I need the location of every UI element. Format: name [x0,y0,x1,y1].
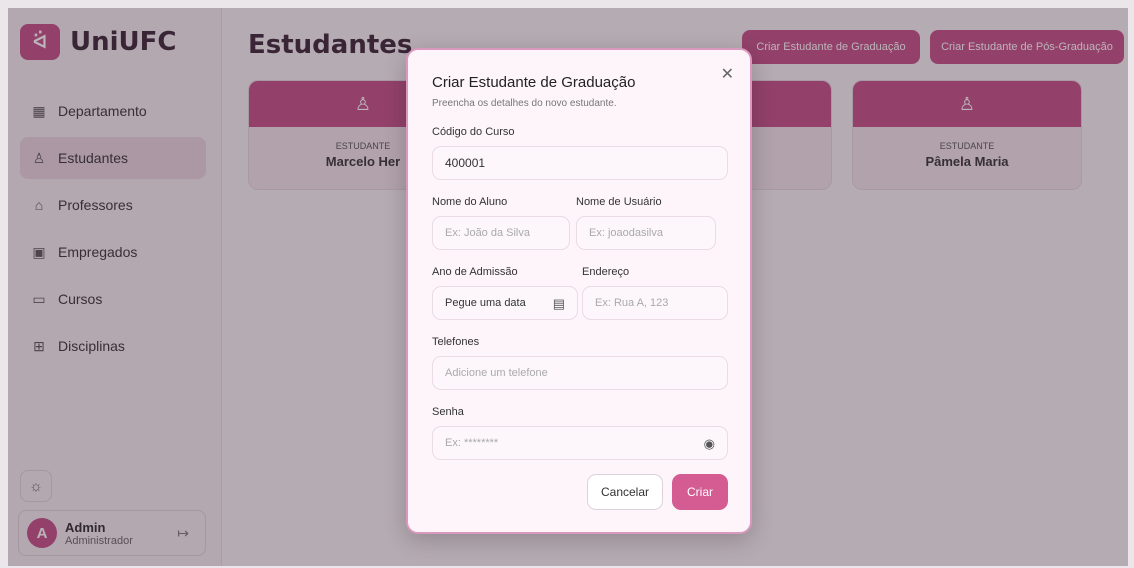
username-label: Nome de Usuário [576,196,662,208]
date-picker-label: Pegue uma data [445,297,526,309]
address-label: Endereço [582,266,630,278]
phones-input[interactable]: Adicione um telefone [432,356,728,390]
eye-icon[interactable]: ◉ [704,436,715,452]
address-input[interactable]: Ex: Rua A, 123 [582,286,728,320]
course-code-label: Código do Curso [432,126,515,138]
password-input[interactable]: Ex: ******** ◉ [432,426,728,460]
dialog-subtitle: Preencha os detalhes do novo estudante. [432,98,617,109]
student-name-input[interactable]: Ex: João da Silva [432,216,570,250]
create-button[interactable]: Criar [672,474,728,510]
admission-date-picker[interactable]: Pegue uma data ▤ [432,286,578,320]
dialog-title: Criar Estudante de Graduação [432,74,636,91]
calendar-icon: ▤ [552,296,565,311]
phones-label: Telefones [432,336,480,348]
create-student-dialog: ✕ Criar Estudante de Graduação Preencha … [406,48,752,534]
close-icon[interactable]: ✕ [721,64,734,84]
password-label: Senha [432,406,464,418]
course-code-input[interactable]: 400001 [432,146,728,180]
username-input[interactable]: Ex: joaodasilva [576,216,716,250]
cancel-button[interactable]: Cancelar [587,474,663,510]
student-name-label: Nome do Aluno [432,196,508,208]
password-placeholder: Ex: ******** [445,437,499,449]
admission-year-label: Ano de Admissão [432,266,518,278]
